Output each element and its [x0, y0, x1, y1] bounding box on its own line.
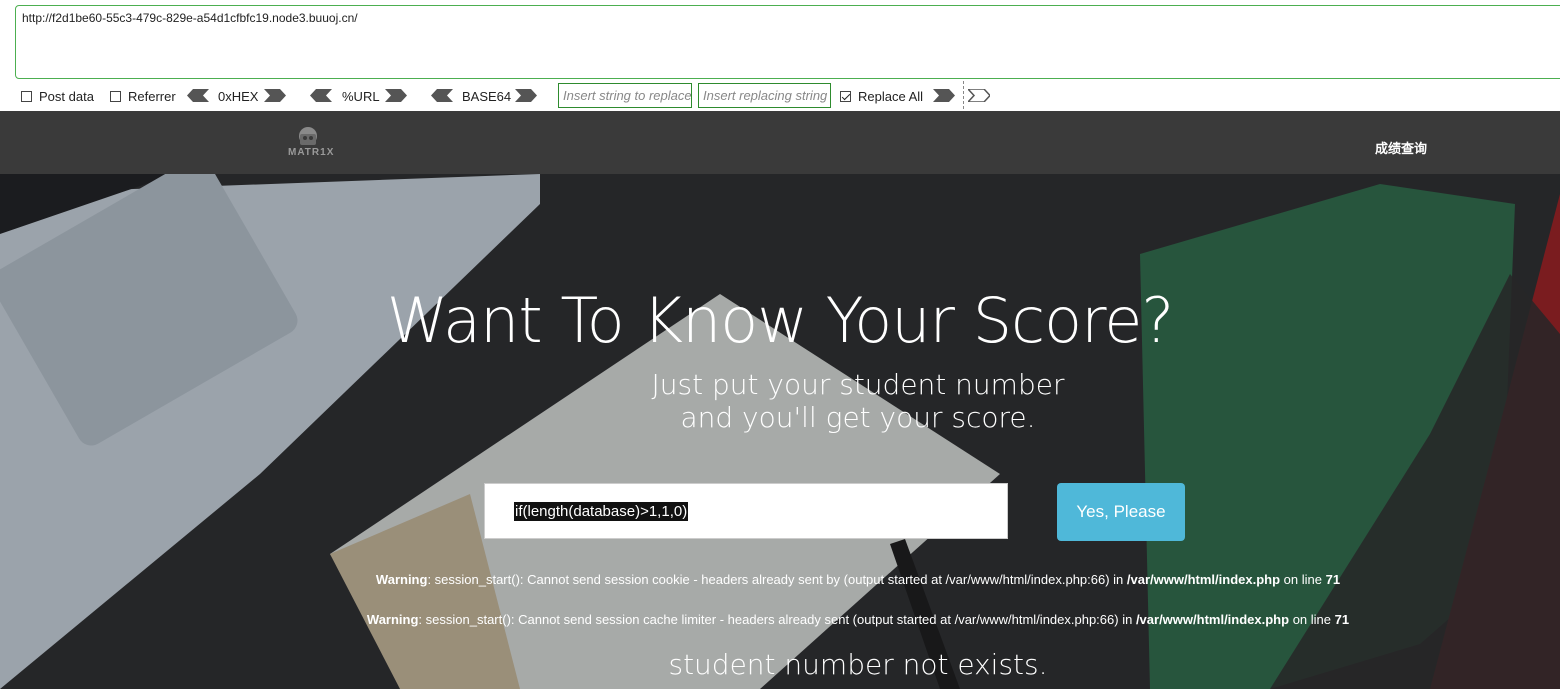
warning-text: on line	[1289, 612, 1335, 627]
hero-section: Want To Know Your Score? Just put your s…	[0, 174, 1560, 689]
post-data-checkbox[interactable]	[21, 90, 32, 102]
referrer-checkbox[interactable]	[110, 90, 121, 102]
hero-subtitle: Just put your student number and you'll …	[0, 368, 1560, 434]
post-data-label: Post data	[39, 88, 94, 104]
nav-link-score-query[interactable]: 成绩查询	[1375, 138, 1427, 157]
submit-button[interactable]: Yes, Please	[1057, 483, 1185, 541]
hackbar: http://f2d1be60-55c3-479c-829e-a54d1cfbf…	[0, 0, 1560, 111]
hero-subtitle-line1: Just put your student number	[651, 368, 1065, 401]
student-number-input[interactable]: if(length(database)>1,1,0)	[484, 483, 1008, 539]
warning-path: /var/www/html/index.php	[1135, 612, 1290, 627]
matrix-logo-icon[interactable]	[285, 119, 333, 167]
base64-encode-arrow-icon[interactable]	[515, 89, 537, 102]
replace-string-input[interactable]: Insert string to replace	[558, 83, 692, 108]
warning-message-1: Warning: session_start(): Cannot send se…	[0, 572, 1560, 587]
post-data-toggle[interactable]: Post data	[21, 85, 94, 107]
hex-encode-arrow-icon[interactable]	[264, 89, 286, 102]
referrer-toggle[interactable]: Referrer	[110, 85, 176, 107]
hex-decode-arrow-icon[interactable]	[187, 89, 209, 102]
referrer-label: Referrer	[128, 88, 176, 104]
site-navbar: MATR1X 成绩查询	[0, 111, 1560, 174]
toolbar-separator	[963, 81, 964, 109]
logo-text: MATR1X	[288, 147, 335, 158]
warning-path: /var/www/html/index.php	[1126, 572, 1281, 587]
replace-all-label: Replace All	[858, 88, 924, 104]
hex-label: 0xHEX	[218, 88, 259, 104]
replace-all-checkbox[interactable]	[840, 90, 851, 102]
url-textarea[interactable]: http://f2d1be60-55c3-479c-829e-a54d1cfbf…	[15, 5, 1560, 79]
result-message: student number not exists.	[668, 648, 1048, 681]
hackbar-toolbar: Post data Referrer 0xHEX %URL BASE64 Ins…	[0, 81, 1560, 109]
base64-label: BASE64	[462, 88, 512, 104]
warning-text: : session_start(): Cannot send session c…	[418, 612, 1136, 627]
warning-text: : session_start(): Cannot send session c…	[427, 572, 1127, 587]
warning-label: Warning	[375, 572, 428, 587]
base64-decode-arrow-icon[interactable]	[431, 89, 453, 102]
replace-all-toggle[interactable]: Replace All	[840, 85, 923, 107]
warning-message-2: Warning: session_start(): Cannot send se…	[0, 612, 1560, 627]
hero-title: Want To Know Your Score?	[386, 284, 1175, 357]
replacing-string-input[interactable]: Insert replacing string	[698, 83, 831, 108]
warning-text: on line	[1280, 572, 1326, 587]
url-encode-arrow-icon[interactable]	[385, 89, 407, 102]
warning-label: Warning	[366, 612, 419, 627]
warning-line: 71	[1325, 572, 1341, 587]
hero-subtitle-line2: and you'll get your score.	[680, 401, 1036, 434]
execute-arrow-icon[interactable]	[968, 89, 990, 102]
url-label: %URL	[342, 88, 380, 104]
url-decode-arrow-icon[interactable]	[310, 89, 332, 102]
replace-run-arrow-icon[interactable]	[933, 89, 955, 102]
student-number-input-value: if(length(database)>1,1,0)	[514, 501, 689, 521]
warning-line: 71	[1334, 612, 1350, 627]
